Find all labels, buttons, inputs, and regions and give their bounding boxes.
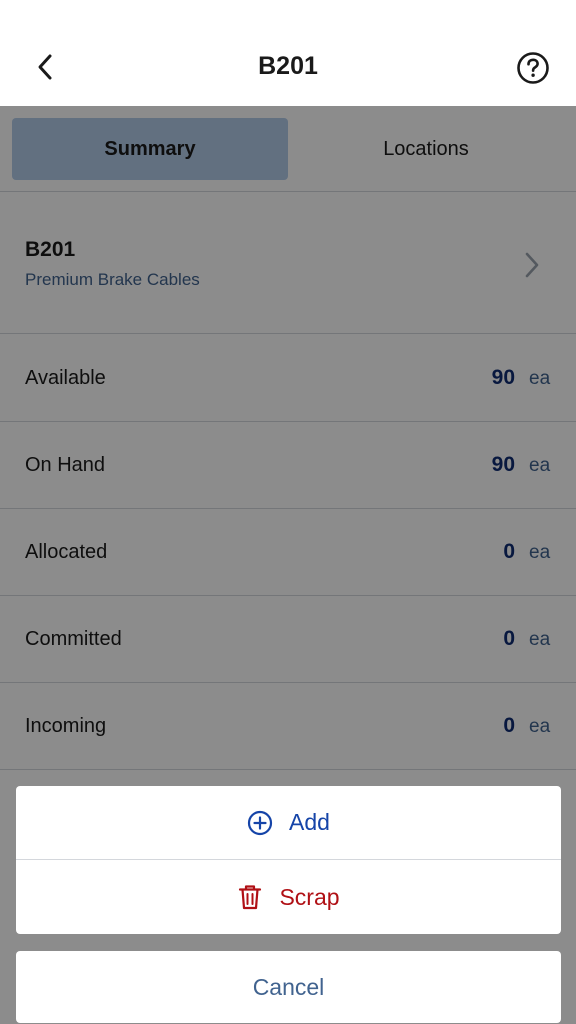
cancel-button[interactable]: Cancel <box>16 951 561 1023</box>
question-circle-icon <box>517 52 549 84</box>
trash-icon <box>237 883 263 911</box>
add-label: Add <box>289 809 330 835</box>
help-button[interactable] <box>516 51 550 85</box>
plus-circle-icon <box>247 810 273 836</box>
add-button[interactable]: Add <box>16 786 561 860</box>
nav-bar: B201 <box>0 0 576 106</box>
scrap-label: Scrap <box>279 883 340 910</box>
scrap-button[interactable]: Scrap <box>16 860 561 934</box>
page-title: B201 <box>258 52 318 80</box>
action-sheet: Add Scrap <box>16 786 561 934</box>
